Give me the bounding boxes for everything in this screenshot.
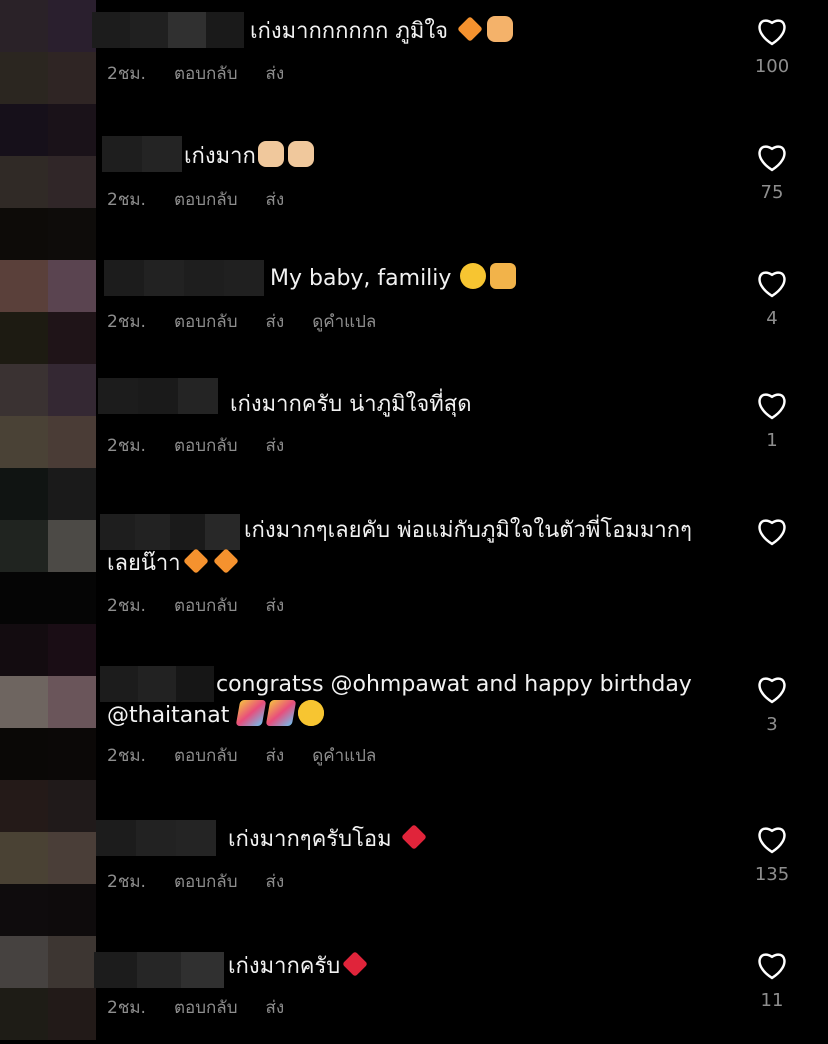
thumbs-up-icon	[287, 141, 314, 167]
comment-item: เก่งมาก 2ชม. ตอบกลับ ส่ง 75	[0, 126, 828, 252]
comment-meta: 2ชม. ตอบกลับ ส่ง	[107, 186, 312, 213]
timestamp: 2ชม.	[107, 312, 146, 332]
reply-button[interactable]: ตอบกลับ	[174, 868, 238, 895]
heart-outline-icon[interactable]	[755, 268, 789, 298]
heart-eyes-icon	[298, 700, 325, 726]
heart-outline-icon[interactable]	[755, 516, 789, 546]
pleading-face-icon	[460, 263, 487, 289]
orange-heart-icon	[212, 548, 239, 574]
comment-text: เก่งมากครับ	[228, 951, 370, 981]
clapping-hands-icon	[257, 141, 284, 167]
like-count: 75	[760, 182, 784, 203]
comment-text: เก่งมากครับ น่าภูมิใจที่สุด	[230, 392, 472, 417]
comment-meta: 2ชม. ตอบกลับ ส่ง ดูคำแปล	[107, 308, 404, 335]
comment-text: congratss @ohmpawat and happy birthday	[216, 672, 692, 697]
reply-button[interactable]: ตอบกลับ	[174, 592, 238, 619]
like-count: 3	[766, 714, 778, 735]
family-icon	[490, 263, 517, 289]
heart-outline-icon[interactable]	[755, 674, 789, 704]
comment-meta: 2ชม. ตอบกลับ ส่ง	[107, 868, 312, 895]
reply-button[interactable]: ตอบกลับ	[174, 432, 238, 459]
username-blurred[interactable]	[94, 952, 224, 988]
comment-item: เก่งมากครับ น่าภูมิใจที่สุด 2ชม. ตอบกลับ…	[0, 374, 828, 500]
like-control[interactable]	[752, 516, 792, 546]
comment-item: เก่งมากกกกกก ภูมิใจ 2ชม. ตอบกลับ ส่ง 100	[0, 0, 828, 126]
send-button[interactable]: ส่ง	[266, 432, 285, 459]
heart-outline-icon[interactable]	[755, 390, 789, 420]
like-control[interactable]: 4	[752, 268, 792, 329]
send-button[interactable]: ส่ง	[266, 994, 285, 1021]
reply-button[interactable]: ตอบกลับ	[174, 186, 238, 213]
heart-outline-icon[interactable]	[755, 950, 789, 980]
timestamp: 2ชม.	[107, 596, 146, 616]
see-translation-button[interactable]: ดูคำแปล	[312, 308, 376, 335]
send-button[interactable]: ส่ง	[266, 592, 285, 619]
username-blurred[interactable]	[102, 136, 182, 172]
timestamp: 2ชม.	[107, 190, 146, 210]
heart-outline-icon[interactable]	[755, 142, 789, 172]
like-count: 4	[766, 308, 778, 329]
like-count: 1	[766, 430, 778, 451]
like-count: 135	[754, 864, 790, 885]
orange-heart-icon	[457, 16, 483, 42]
comment-text: เก่งมากๆครับโอม	[228, 824, 429, 854]
heart-hands-icon	[487, 16, 513, 42]
comment-item: เก่งมากครับ 2ชม. ตอบกลับ ส่ง 11	[0, 936, 828, 1044]
red-heart-icon	[342, 951, 369, 977]
like-control[interactable]: 135	[752, 824, 792, 885]
see-translation-button[interactable]: ดูคำแปล	[312, 742, 376, 769]
comment-text-continued: เลยน๊าา	[107, 548, 241, 578]
comment-meta: 2ชม. ตอบกลับ ส่ง	[107, 592, 312, 619]
reply-button[interactable]: ตอบกลับ	[174, 742, 238, 769]
red-heart-icon	[400, 824, 427, 850]
username-blurred[interactable]	[98, 378, 218, 414]
username-blurred[interactable]	[100, 514, 240, 550]
like-control[interactable]: 11	[752, 950, 792, 1011]
like-control[interactable]: 3	[752, 674, 792, 735]
heart-outline-icon[interactable]	[755, 16, 789, 46]
like-control[interactable]: 1	[752, 390, 792, 451]
timestamp: 2ชม.	[107, 436, 146, 456]
comment-text: เก่งมากกกกกก ภูมิใจ	[250, 16, 515, 46]
send-button[interactable]: ส่ง	[266, 60, 285, 87]
comment-text: เก่งมาก	[184, 141, 316, 171]
username-blurred[interactable]	[96, 820, 216, 856]
timestamp: 2ชม.	[107, 998, 146, 1018]
send-button[interactable]: ส่ง	[266, 868, 285, 895]
comment-meta: 2ชม. ตอบกลับ ส่ง	[107, 432, 312, 459]
send-button[interactable]: ส่ง	[266, 308, 285, 335]
reply-button[interactable]: ตอบกลับ	[174, 994, 238, 1021]
comment-item: My baby, familiy 2ชม. ตอบกลับ ส่ง ดูคำแป…	[0, 252, 828, 374]
comment-text-continued: @thaitanat	[107, 700, 326, 730]
heart-outline-icon[interactable]	[755, 824, 789, 854]
comment-text: เก่งมากๆเลยคับ พ่อแม่กับภูมิใจในตัวพี่โอ…	[244, 518, 692, 543]
username-blurred[interactable]	[100, 666, 214, 702]
timestamp: 2ชม.	[107, 746, 146, 766]
orange-heart-icon	[182, 548, 209, 574]
username-blurred[interactable]	[104, 260, 264, 296]
like-count: 11	[760, 990, 784, 1011]
comment-text: My baby, familiy	[270, 263, 518, 293]
party-popper-icon	[236, 700, 267, 726]
comment-meta: 2ชม. ตอบกลับ ส่ง	[107, 60, 312, 87]
reply-button[interactable]: ตอบกลับ	[174, 60, 238, 87]
comment-meta: 2ชม. ตอบกลับ ส่ง	[107, 994, 312, 1021]
comment-item: เก่งมากๆครับโอม 2ชม. ตอบกลับ ส่ง 135	[0, 810, 828, 936]
timestamp: 2ชม.	[107, 872, 146, 892]
party-popper-icon	[266, 700, 297, 726]
timestamp: 2ชม.	[107, 64, 146, 84]
comment-item: congratss @ohmpawat and happy birthday @…	[0, 660, 828, 796]
reply-button[interactable]: ตอบกลับ	[174, 308, 238, 335]
like-control[interactable]: 75	[752, 142, 792, 203]
send-button[interactable]: ส่ง	[266, 742, 285, 769]
like-control[interactable]: 100	[752, 16, 792, 77]
comment-item: เก่งมากๆเลยคับ พ่อแม่กับภูมิใจในตัวพี่โอ…	[0, 500, 828, 636]
comment-meta: 2ชม. ตอบกลับ ส่ง ดูคำแปล	[107, 742, 404, 769]
username-blurred[interactable]	[92, 12, 244, 48]
like-count: 100	[754, 56, 790, 77]
send-button[interactable]: ส่ง	[266, 186, 285, 213]
